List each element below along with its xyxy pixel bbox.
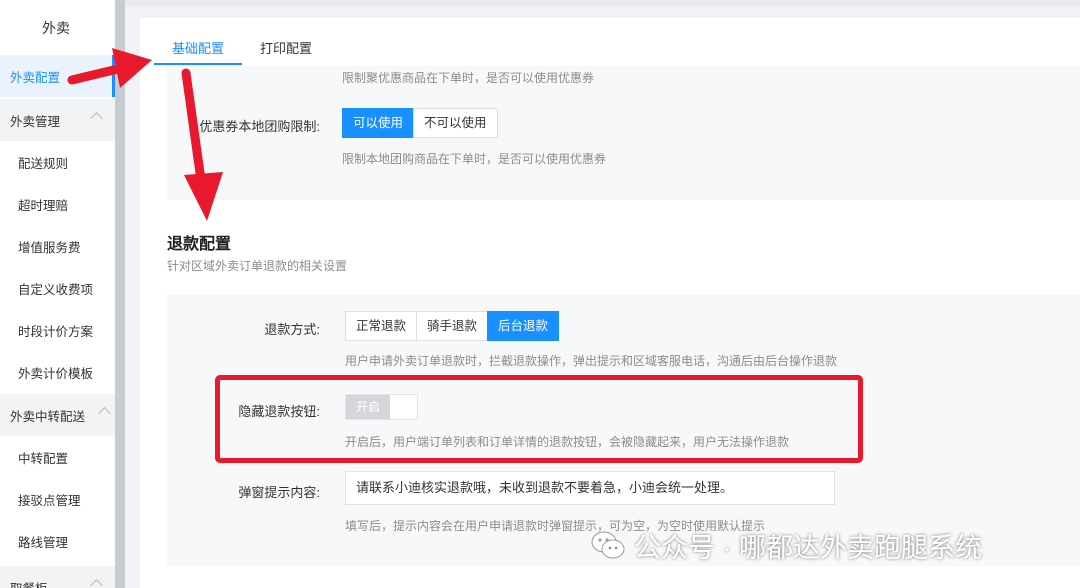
sidebar-item-time-pricing[interactable]: 时段计价方案	[0, 309, 115, 351]
refund-method-help: 用户申请外卖订单退款时，拦截退款操作，弹出提示和区域客服电话，沟通后由后台操作退…	[345, 354, 838, 368]
refund-option-backend[interactable]: 后台退款	[487, 311, 560, 341]
watermark: 公众号 · 哪都达外卖跑腿系统	[590, 527, 982, 563]
sidebar-item-label: 外卖配置	[10, 70, 61, 85]
sidebar-item-label: 配送规则	[18, 156, 69, 171]
tab-print-config[interactable]: 打印配置	[260, 38, 312, 57]
wechat-icon	[591, 531, 625, 559]
sidebar-item-label: 接驳点管理	[18, 493, 81, 508]
refund-section-title: 退款配置	[167, 236, 232, 253]
sidebar-item-transfer-points[interactable]: 接驳点管理	[0, 478, 115, 520]
sidebar-item-label: 外卖管理	[10, 114, 61, 129]
coupon-option-allow[interactable]: 可以使用	[342, 108, 415, 138]
annotation-highlight-box	[215, 375, 863, 463]
chevron-up-icon	[90, 579, 103, 588]
chevron-up-icon	[90, 112, 103, 125]
coupon-help: 限制本地团购商品在下单时，是否可以使用优惠券	[342, 152, 607, 166]
refund-method-label: 退款方式:	[264, 322, 320, 337]
coupon-help-top: 限制聚优惠商品在下单时，是否可以使用优惠券	[342, 71, 595, 85]
sidebar-item-label: 外卖中转配送	[10, 409, 86, 424]
sidebar-item-custom-charges[interactable]: 自定义收费项	[0, 267, 115, 309]
sidebar-item-value-added-fee[interactable]: 增值服务费	[0, 225, 115, 267]
sidebar: 外卖 外卖配置 外卖管理 配送规则 超时理赔 增值服务费 自定义收费项 时段计价…	[0, 0, 115, 588]
tab-active-underline	[154, 63, 242, 65]
coupon-option-deny[interactable]: 不可以使用	[413, 108, 498, 138]
sidebar-item-label: 时段计价方案	[18, 324, 94, 339]
coupon-panel: 限制聚优惠商品在下单时，是否可以使用优惠券 优惠券本地团购限制: 可以使用 不可…	[167, 66, 1080, 200]
sidebar-item-label: 自定义收费项	[18, 282, 94, 297]
sidebar-item-label: 取餐柜	[10, 578, 48, 588]
sidebar-item-label: 超时理赔	[18, 198, 69, 213]
sidebar-item-delivery-rules[interactable]: 配送规则	[0, 141, 115, 183]
sidebar-item-waimai-config[interactable]: 外卖配置	[0, 55, 115, 97]
coupon-option-group: 可以使用 不可以使用	[342, 108, 498, 138]
sidebar-item-pricing-template[interactable]: 外卖计价模板	[0, 351, 115, 393]
sidebar-item-timeout-claims[interactable]: 超时理赔	[0, 183, 115, 225]
sidebar-item-label: 路线管理	[18, 535, 69, 550]
sidebar-title: 外卖	[42, 20, 70, 36]
sidebar-item-transit-config[interactable]: 中转配置	[0, 436, 115, 478]
sidebar-scrollbar[interactable]	[115, 0, 125, 588]
sidebar-group-waimai-manage[interactable]: 外卖管理	[0, 99, 115, 141]
sidebar-group-pickup-locker[interactable]: 取餐柜	[0, 566, 115, 588]
sidebar-item-label: 增值服务费	[18, 240, 81, 255]
tab-basic-config[interactable]: 基础配置	[172, 38, 224, 57]
sidebar-item-label: 中转配置	[18, 451, 69, 466]
sidebar-item-route-manage[interactable]: 路线管理	[0, 520, 115, 562]
refund-option-rider[interactable]: 骑手退款	[416, 311, 489, 341]
sidebar-item-label: 外卖计价模板	[18, 366, 94, 381]
top-strip	[0, 0, 1080, 6]
refund-method-group: 正常退款 骑手退款 后台退款	[345, 311, 560, 341]
refund-section-subtitle: 针对区域外卖订单退款的相关设置	[167, 259, 348, 273]
popup-tip-input[interactable]: 请联系小迪核实退款哦，未收到退款不要着急，小迪会统一处理。	[345, 471, 835, 505]
coupon-label: 优惠券本地团购限制:	[199, 119, 320, 134]
watermark-text: 公众号 · 哪都达外卖跑腿系统	[634, 532, 982, 563]
popup-tip-label: 弹窗提示内容:	[238, 485, 320, 500]
chevron-up-icon	[98, 407, 111, 420]
main-content: 基础配置 打印配置 限制聚优惠商品在下单时，是否可以使用优惠券 优惠券本地团购限…	[140, 18, 1080, 588]
sidebar-group-transit-delivery[interactable]: 外卖中转配送	[0, 394, 115, 436]
refund-option-normal[interactable]: 正常退款	[345, 311, 418, 341]
